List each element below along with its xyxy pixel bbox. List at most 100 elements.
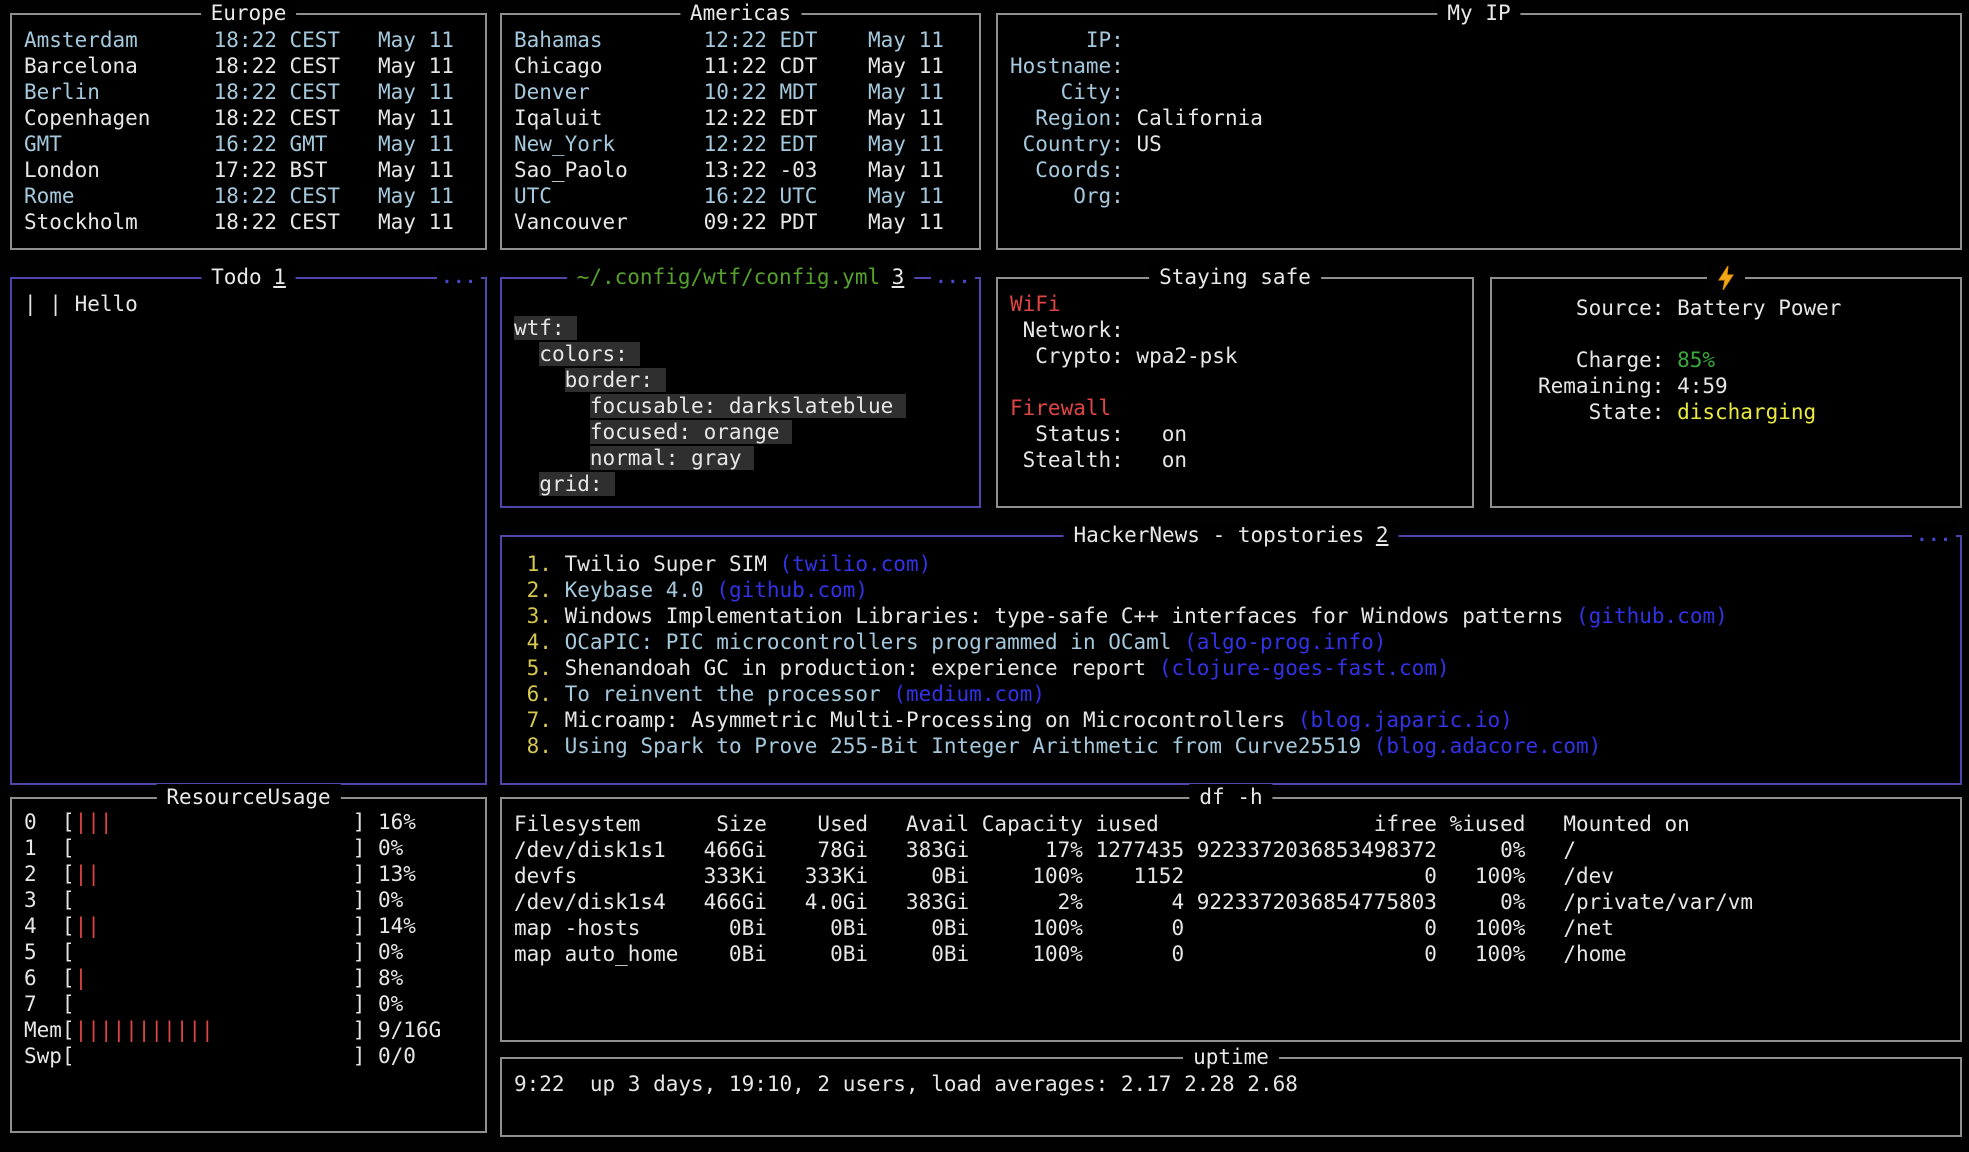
resource-meter-row: 7 [ ] 0%	[24, 991, 473, 1017]
hackernews-panel-title: HackerNews - topstories 2	[1064, 522, 1399, 548]
clock-row: Bahamas 12:22 EDT May 11	[514, 27, 967, 53]
europe-panel-title: Europe	[201, 0, 297, 26]
my-ip-panel-title: My IP	[1437, 0, 1520, 26]
ip-info-row: Country: US	[1010, 131, 1948, 157]
resource-usage-panel-title: ResourceUsage	[156, 784, 340, 810]
europe-clock-list: Amsterdam 18:22 CEST May 11Barcelona 18:…	[12, 15, 485, 243]
more-indicator-icon: ...	[437, 265, 481, 291]
battery-panel-title	[1707, 264, 1745, 290]
config-badge: 3	[892, 265, 905, 289]
resource-usage-meters: 0 [||| ] 16%1 [ ] 0%2 [|| ] 13%3 [ ] 0%4…	[12, 799, 485, 1077]
story-row[interactable]: 3. Windows Implementation Libraries: typ…	[514, 603, 1948, 629]
config-line: grid:	[514, 471, 967, 497]
resource-meter-row: 3 [ ] 0%	[24, 887, 473, 913]
security-row: Network:	[1010, 317, 1460, 343]
europe-clock-panel: Europe Amsterdam 18:22 CEST May 11Barcel…	[10, 13, 487, 250]
security-row: WiFi	[1010, 291, 1460, 317]
uptime-panel: uptime 9:22 up 3 days, 19:10, 2 users, l…	[500, 1057, 1962, 1137]
todo-badge: 1	[273, 265, 286, 289]
config-line: border:	[514, 367, 967, 393]
ip-info-row: Hostname:	[1010, 53, 1948, 79]
security-info: WiFi Network: Crypto: wpa2-pskFirewall S…	[998, 279, 1472, 481]
config-panel-title: ~/.config/wtf/config.yml 3	[567, 264, 915, 290]
df-row: devfs 333Ki 333Ki 0Bi 100% 1152 0 100% /…	[514, 863, 1948, 889]
lightning-bolt-icon	[1717, 266, 1735, 290]
americas-clock-list: Bahamas 12:22 EDT May 11Chicago 11:22 CD…	[502, 15, 979, 243]
config-line: wtf:	[514, 315, 967, 341]
df-row: map -hosts 0Bi 0Bi 0Bi 100% 0 0 100% /ne…	[514, 915, 1948, 941]
config-line: focusable: darkslateblue	[514, 393, 967, 419]
resource-meter-row: 0 [||| ] 16%	[24, 809, 473, 835]
clock-row: Berlin 18:22 CEST May 11	[24, 79, 473, 105]
resource-meter-row: 1 [ ] 0%	[24, 835, 473, 861]
security-row: Status: on	[1010, 421, 1460, 447]
df-header-row: Filesystem Size Used Avail Capacity iuse…	[514, 811, 1948, 837]
clock-row: UTC 16:22 UTC May 11	[514, 183, 967, 209]
resource-meter-row: 4 [|| ] 14%	[24, 913, 473, 939]
security-panel: Staying safe WiFi Network: Crypto: wpa2-…	[996, 277, 1474, 508]
battery-row: State: discharging	[1538, 399, 1948, 425]
hackernews-badge: 2	[1376, 523, 1389, 547]
clock-row: Stockholm 18:22 CEST May 11	[24, 209, 473, 235]
clock-row: Amsterdam 18:22 CEST May 11	[24, 27, 473, 53]
resource-usage-panel: ResourceUsage 0 [||| ] 16%1 [ ] 0%2 [|| …	[10, 797, 487, 1133]
config-file-panel[interactable]: ~/.config/wtf/config.yml3 ... wtf: color…	[500, 277, 981, 508]
security-panel-title: Staying safe	[1149, 264, 1321, 290]
config-line: colors:	[514, 341, 967, 367]
hackernews-title-text: HackerNews - topstories	[1074, 523, 1365, 547]
resource-meter-row: 2 [|| ] 13%	[24, 861, 473, 887]
ip-info-row: City:	[1010, 79, 1948, 105]
todo-panel[interactable]: Todo1 ... | | Hello	[10, 277, 487, 785]
battery-row: Remaining: 4:59	[1538, 373, 1948, 399]
config-line: normal: gray	[514, 445, 967, 471]
clock-row: Denver 10:22 MDT May 11	[514, 79, 967, 105]
clock-row: Chicago 11:22 CDT May 11	[514, 53, 967, 79]
battery-row: Charge: 85%	[1538, 347, 1948, 373]
security-row: Crypto: wpa2-psk	[1010, 343, 1460, 369]
more-indicator-icon: ...	[1912, 523, 1956, 549]
resource-meter-row: Swp[ ] 0/0	[24, 1043, 473, 1069]
story-row[interactable]: 8. Using Spark to Prove 255-Bit Integer …	[514, 733, 1948, 759]
story-row[interactable]: 1. Twilio Super SIM (twilio.com)	[514, 551, 1948, 577]
americas-clock-panel: Americas Bahamas 12:22 EDT May 11Chicago…	[500, 13, 981, 250]
todo-title-text: Todo	[211, 265, 262, 289]
resource-meter-row: 6 [| ] 8%	[24, 965, 473, 991]
hackernews-panel[interactable]: HackerNews - topstories2 ... 1. Twilio S…	[500, 535, 1962, 785]
ip-info-row: Coords:	[1010, 157, 1948, 183]
ip-info-row: Region: California	[1010, 105, 1948, 131]
americas-panel-title: Americas	[680, 0, 801, 26]
resource-meter-row: 5 [ ] 0%	[24, 939, 473, 965]
clock-row: Sao_Paolo 13:22 -03 May 11	[514, 157, 967, 183]
hackernews-story-list: 1. Twilio Super SIM (twilio.com) 2. Keyb…	[502, 537, 1960, 767]
security-row	[1010, 369, 1460, 395]
resource-meter-row: Mem[||||||||||| ] 9/16G	[24, 1017, 473, 1043]
my-ip-list: IP: Hostname: City: Region: California C…	[998, 15, 1960, 217]
config-file-text: wtf: colors: border: focusable: darkslat…	[502, 279, 979, 505]
security-row: Stealth: on	[1010, 447, 1460, 473]
story-row[interactable]: 2. Keybase 4.0 (github.com)	[514, 577, 1948, 603]
story-row[interactable]: 4. OCaPIC: PIC microcontrollers programm…	[514, 629, 1948, 655]
config-line: focused: orange	[514, 419, 967, 445]
clock-row: Rome 18:22 CEST May 11	[24, 183, 473, 209]
df-row: map auto_home 0Bi 0Bi 0Bi 100% 0 0 100% …	[514, 941, 1948, 967]
wtf-dashboard: Europe Amsterdam 18:22 CEST May 11Barcel…	[0, 0, 1969, 1152]
disk-usage-table: Filesystem Size Used Avail Capacity iuse…	[502, 799, 1960, 975]
ip-info-row: IP:	[1010, 27, 1948, 53]
story-row[interactable]: 5. Shenandoah GC in production: experien…	[514, 655, 1948, 681]
clock-row: Barcelona 18:22 CEST May 11	[24, 53, 473, 79]
clock-row: Vancouver 09:22 PDT May 11	[514, 209, 967, 235]
story-row[interactable]: 6. To reinvent the processor (medium.com…	[514, 681, 1948, 707]
clock-row: Iqaluit 12:22 EDT May 11	[514, 105, 967, 131]
ip-info-row: Org:	[1010, 183, 1948, 209]
more-indicator-icon: ...	[931, 265, 975, 291]
clock-row: Copenhagen 18:22 CEST May 11	[24, 105, 473, 131]
battery-panel: Source: Battery Power Charge: 85%Remaini…	[1490, 277, 1962, 508]
clock-row: GMT 16:22 GMT May 11	[24, 131, 473, 157]
disk-usage-panel: df -h Filesystem Size Used Avail Capacit…	[500, 797, 1962, 1042]
story-row[interactable]: 7. Microamp: Asymmetric Multi-Processing…	[514, 707, 1948, 733]
df-row: /dev/disk1s4 466Gi 4.0Gi 383Gi 2% 4 9223…	[514, 889, 1948, 915]
config-file-path: ~/.config/wtf/config.yml	[577, 265, 880, 289]
uptime-panel-title: uptime	[1183, 1044, 1279, 1070]
battery-row	[1538, 321, 1948, 347]
my-ip-panel: My IP IP: Hostname: City: Region: Califo…	[996, 13, 1962, 250]
